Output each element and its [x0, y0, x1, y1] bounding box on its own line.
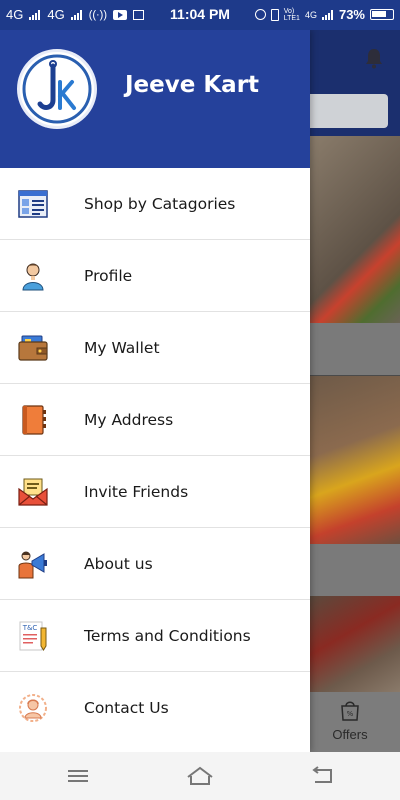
- offers-label: Offers: [332, 727, 368, 742]
- category-card[interactable]: [310, 544, 400, 596]
- menu-item-profile[interactable]: Profile: [0, 240, 310, 312]
- search-bar[interactable]: [300, 94, 388, 128]
- contact-icon: [19, 694, 47, 722]
- battery-percentage: 73%: [338, 7, 365, 22]
- menu-icon[interactable]: [63, 762, 93, 790]
- menu-item-label: Terms and Conditions: [84, 627, 251, 645]
- signal-icon: [321, 9, 334, 20]
- menu-item-label: Contact Us: [84, 699, 169, 717]
- notification-bell-icon[interactable]: [364, 47, 384, 69]
- drawer-menu: Shop by Catagories Profile My Wallet My …: [0, 168, 310, 744]
- system-navigation-bar: [0, 752, 400, 800]
- terms-icon-text: T&C: [22, 624, 38, 632]
- svg-text:%: %: [347, 710, 354, 718]
- menu-item-terms-and-conditions[interactable]: T&C Terms and Conditions: [0, 600, 310, 672]
- wallet-icon: [18, 335, 48, 361]
- battery-icon: [370, 9, 394, 20]
- brand-logo: [17, 49, 97, 129]
- offers-tab[interactable]: % Offers: [320, 696, 380, 742]
- jk-logo-icon: [22, 54, 92, 124]
- menu-item-contact-us[interactable]: Contact Us: [0, 672, 310, 744]
- navigation-drawer: Jeeve Kart Shop by Catagories Profile My…: [0, 30, 310, 752]
- menu-item-label: About us: [84, 555, 153, 573]
- menu-item-label: My Address: [84, 411, 174, 429]
- menu-item-label: Shop by Catagories: [84, 195, 236, 213]
- menu-item-shop-by-categories[interactable]: Shop by Catagories: [0, 168, 310, 240]
- category-card[interactable]: [310, 323, 400, 375]
- status-right: Vo) LTE1 4G 73%: [254, 7, 394, 22]
- menu-item-label: Profile: [84, 267, 133, 285]
- drawer-header: Jeeve Kart: [0, 30, 310, 168]
- envelope-icon: [18, 478, 48, 506]
- menu-item-label: My Wallet: [84, 339, 160, 357]
- vibrate-icon: [270, 8, 279, 21]
- user-icon: [22, 263, 44, 291]
- banner-image[interactable]: [310, 596, 400, 692]
- volte-indicator: Vo) LTE1: [283, 7, 300, 22]
- menu-item-my-wallet[interactable]: My Wallet: [0, 312, 310, 384]
- megaphone-icon: [18, 551, 47, 579]
- menu-item-about-us[interactable]: About us: [0, 528, 310, 600]
- banner-image[interactable]: [310, 376, 400, 546]
- status-bar: 4G 4G ((·)) 11:04 PM Vo) LTE1 4G 73%: [0, 0, 400, 30]
- alarm-icon: [254, 9, 266, 20]
- home-icon[interactable]: [185, 762, 215, 790]
- menu-item-my-address[interactable]: My Address: [0, 384, 310, 456]
- back-icon[interactable]: [307, 762, 337, 790]
- menu-item-invite-friends[interactable]: Invite Friends: [0, 456, 310, 528]
- catalog-icon: [18, 190, 48, 218]
- banner-image[interactable]: [310, 136, 400, 326]
- terms-document-icon: T&C: [19, 621, 47, 651]
- shopping-bag-icon: %: [341, 701, 359, 721]
- brand-name: Jeeve Kart: [125, 72, 260, 98]
- menu-item-label: Invite Friends: [84, 483, 189, 501]
- address-book-icon: [22, 405, 46, 435]
- network-indicator-3: 4G: [304, 9, 317, 20]
